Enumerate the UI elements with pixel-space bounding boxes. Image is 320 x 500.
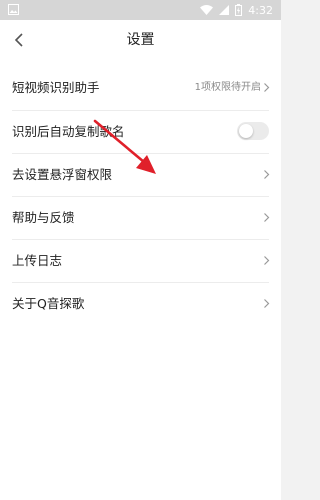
- settings-item-label: 短视频识别助手: [12, 80, 100, 95]
- chevron-right-icon: [264, 170, 270, 179]
- status-bar: 4:32: [0, 0, 281, 20]
- settings-item-help-feedback[interactable]: 帮助与反馈: [0, 196, 281, 239]
- signal-icon: [219, 5, 230, 15]
- chevron-right-icon: [264, 256, 270, 265]
- chevron-right-icon: [264, 299, 270, 308]
- permission-status-text: 1项权限待开启: [194, 82, 261, 93]
- wifi-icon: [200, 5, 214, 15]
- settings-item-overlay-permission[interactable]: 去设置悬浮窗权限: [0, 153, 281, 196]
- chevron-right-icon: [264, 83, 270, 92]
- toggle-knob: [239, 124, 253, 138]
- header-bar: 设置: [0, 20, 281, 60]
- battery-icon: [235, 4, 243, 16]
- status-time: 4:32: [248, 3, 273, 17]
- settings-item-label: 识别后自动复制歌名: [12, 124, 125, 139]
- settings-item-label: 上传日志: [12, 253, 63, 268]
- settings-item-about[interactable]: 关于Q音探歌: [0, 282, 281, 325]
- image-icon: [8, 4, 19, 15]
- settings-list: 短视频识别助手 1项权限待开启 识别后自动复制歌名 去设置悬浮窗权限 帮助与反馈…: [0, 60, 281, 500]
- auto-copy-toggle[interactable]: [237, 122, 269, 140]
- settings-item-auto-copy: 识别后自动复制歌名: [0, 110, 281, 153]
- settings-item-video-recognition[interactable]: 短视频识别助手 1项权限待开启: [0, 66, 281, 109]
- settings-item-label: 帮助与反馈: [12, 210, 75, 225]
- settings-item-label: 去设置悬浮窗权限: [12, 167, 113, 182]
- settings-item-upload-log[interactable]: 上传日志: [0, 239, 281, 282]
- settings-item-label: 关于Q音探歌: [12, 296, 85, 311]
- chevron-right-icon: [264, 213, 270, 222]
- page-title: 设置: [126, 32, 155, 48]
